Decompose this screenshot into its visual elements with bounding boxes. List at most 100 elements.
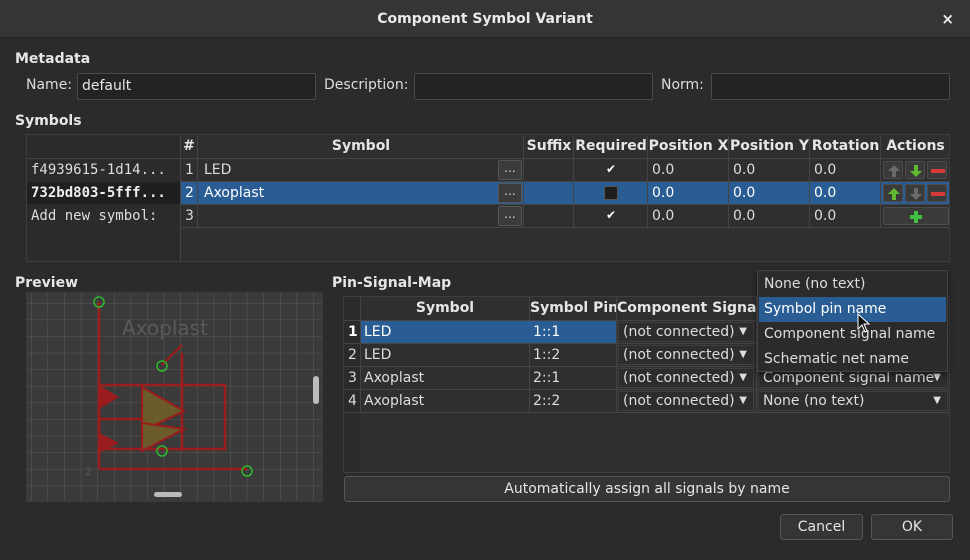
required-checkbox-1[interactable]: ✔: [604, 163, 618, 177]
minus-icon: [931, 169, 945, 173]
dropdown-option-symbol-pin-name[interactable]: Symbol pin name: [759, 297, 946, 322]
pin-row-symbol-1: LED: [364, 324, 392, 340]
norm-label: Norm:: [661, 77, 704, 93]
move-down-button-1[interactable]: [905, 161, 925, 179]
required-checkbox-3[interactable]: ✔: [604, 209, 618, 223]
remove-button-1[interactable]: [927, 161, 947, 179]
pin-row-pin-3: 2::1: [533, 370, 561, 386]
pin-row-symbol-4: Axoplast: [364, 393, 425, 409]
arrow-up-icon: [888, 165, 900, 177]
display-select-value-4: None (no text): [763, 393, 865, 409]
dropdown-option-none[interactable]: None (no text): [759, 272, 946, 297]
pin-row-num-4: 4: [348, 393, 357, 409]
plus-icon: [910, 211, 922, 223]
chevron-down-icon: ▼: [739, 395, 747, 406]
browse-symbol-button-3[interactable]: ...: [498, 206, 522, 226]
dropdown-option-schematic-net-name[interactable]: Schematic net name: [759, 347, 946, 372]
symbol-rotation-3[interactable]: 0.0: [814, 208, 836, 224]
preview-horizontal-scrollbar[interactable]: [154, 492, 182, 497]
minus-icon: [931, 192, 945, 196]
symbol-posy-2[interactable]: 0.0: [733, 185, 755, 201]
preview-symbol-name: Axoplast: [122, 316, 208, 340]
symbol-preview-graphic: Axoplast 2: [27, 293, 322, 501]
signal-select-value-4: (not connected): [623, 393, 735, 409]
symbol-posx-3[interactable]: 0.0: [652, 208, 674, 224]
symbol-num-2: 2: [185, 185, 194, 201]
close-icon[interactable]: ×: [941, 0, 954, 38]
move-up-button-2[interactable]: [883, 184, 903, 202]
col-position-y[interactable]: Position Y: [729, 138, 810, 154]
display-select-value-3: Component signal name: [763, 370, 935, 386]
pin-row-symbol-3: Axoplast: [364, 370, 425, 386]
chevron-down-icon: ▼: [933, 395, 941, 406]
symbol-posy-1[interactable]: 0.0: [733, 162, 755, 178]
col-required[interactable]: Required: [574, 138, 648, 154]
chevron-down-icon: ▼: [739, 326, 747, 337]
pin-row-pin-1: 1::1: [533, 324, 561, 340]
symbol-posy-3[interactable]: 0.0: [733, 208, 755, 224]
description-field[interactable]: [414, 73, 653, 100]
signal-select-4[interactable]: (not connected) ▼: [618, 391, 754, 411]
symbols-heading: Symbols: [15, 113, 82, 129]
pin-col-symbol-pin[interactable]: Symbol Pin: [530, 300, 618, 316]
required-checkbox-2[interactable]: [604, 186, 618, 200]
add-new-symbol-label: Add new symbol:: [31, 208, 158, 224]
display-dropdown-popup: None (no text) Symbol pin name Component…: [757, 270, 948, 372]
chevron-down-icon: ▼: [739, 349, 747, 360]
col-rotation[interactable]: Rotation: [810, 138, 881, 154]
name-field[interactable]: default: [77, 73, 316, 100]
signal-select-value-1: (not connected): [623, 324, 735, 340]
signal-select-3[interactable]: (not connected) ▼: [618, 368, 754, 388]
title-bar: Component Symbol Variant ×: [0, 0, 970, 38]
move-up-button-1[interactable]: [883, 161, 903, 179]
signal-select-value-3: (not connected): [623, 370, 735, 386]
remove-button-2[interactable]: [927, 184, 947, 202]
col-symbol[interactable]: Symbol: [198, 138, 524, 154]
dropdown-option-component-signal-name[interactable]: Component signal name: [759, 322, 946, 347]
window-title: Component Symbol Variant: [377, 11, 593, 27]
symbol-name-2[interactable]: Axoplast: [204, 185, 264, 201]
arrow-up-icon: [888, 188, 900, 200]
pin-col-component-signal[interactable]: Component Signal: [617, 300, 761, 316]
symbol-uuid-1: f4939615-1d14...: [31, 162, 166, 178]
description-label: Description:: [324, 77, 409, 93]
pin-signal-map-heading: Pin-Signal-Map: [332, 275, 452, 291]
browse-symbol-button-2[interactable]: ...: [498, 183, 522, 203]
display-select-4[interactable]: None (no text) ▼: [758, 391, 948, 411]
signal-select-value-2: (not connected): [623, 347, 735, 363]
chevron-down-icon: ▼: [739, 372, 747, 383]
metadata-heading: Metadata: [15, 51, 91, 67]
preview-vertical-scrollbar[interactable]: [313, 376, 319, 404]
col-position-x[interactable]: Position X: [648, 138, 729, 154]
arrow-down-icon: [910, 165, 922, 177]
move-down-button-2[interactable]: [905, 184, 925, 202]
ok-button[interactable]: OK: [871, 514, 953, 540]
symbol-name-1[interactable]: LED: [204, 162, 231, 178]
symbol-rotation-1[interactable]: 0.0: [814, 162, 836, 178]
symbol-preview-canvas[interactable]: Axoplast 2: [26, 292, 323, 502]
preview-heading: Preview: [15, 275, 79, 291]
col-num[interactable]: #: [181, 138, 197, 154]
norm-field[interactable]: [711, 73, 950, 100]
pin-row-num-3: 3: [348, 370, 357, 386]
cancel-button[interactable]: Cancel: [780, 514, 863, 540]
symbol-num-1: 1: [185, 162, 194, 178]
signal-select-1[interactable]: (not connected) ▼: [618, 322, 754, 342]
auto-assign-button[interactable]: Automatically assign all signals by name: [344, 476, 950, 502]
name-label: Name:: [26, 77, 73, 93]
col-suffix[interactable]: Suffix: [524, 138, 574, 154]
signal-select-2[interactable]: (not connected) ▼: [618, 345, 754, 365]
pin-col-symbol[interactable]: Symbol: [361, 300, 529, 316]
browse-symbol-button-1[interactable]: ...: [498, 160, 522, 180]
preview-pin-number: 2: [85, 465, 92, 478]
symbol-num-3: 3: [185, 208, 194, 224]
add-symbol-button[interactable]: [883, 207, 949, 225]
pin-row-num-1: 1: [348, 324, 358, 340]
mouse-cursor-icon: [857, 313, 871, 333]
col-actions[interactable]: Actions: [881, 138, 950, 154]
symbol-posx-1[interactable]: 0.0: [652, 162, 674, 178]
symbol-posx-2[interactable]: 0.0: [652, 185, 674, 201]
symbol-rotation-2[interactable]: 0.0: [814, 185, 836, 201]
arrow-down-icon: [910, 188, 922, 200]
pin-row-symbol-2: LED: [364, 347, 392, 363]
